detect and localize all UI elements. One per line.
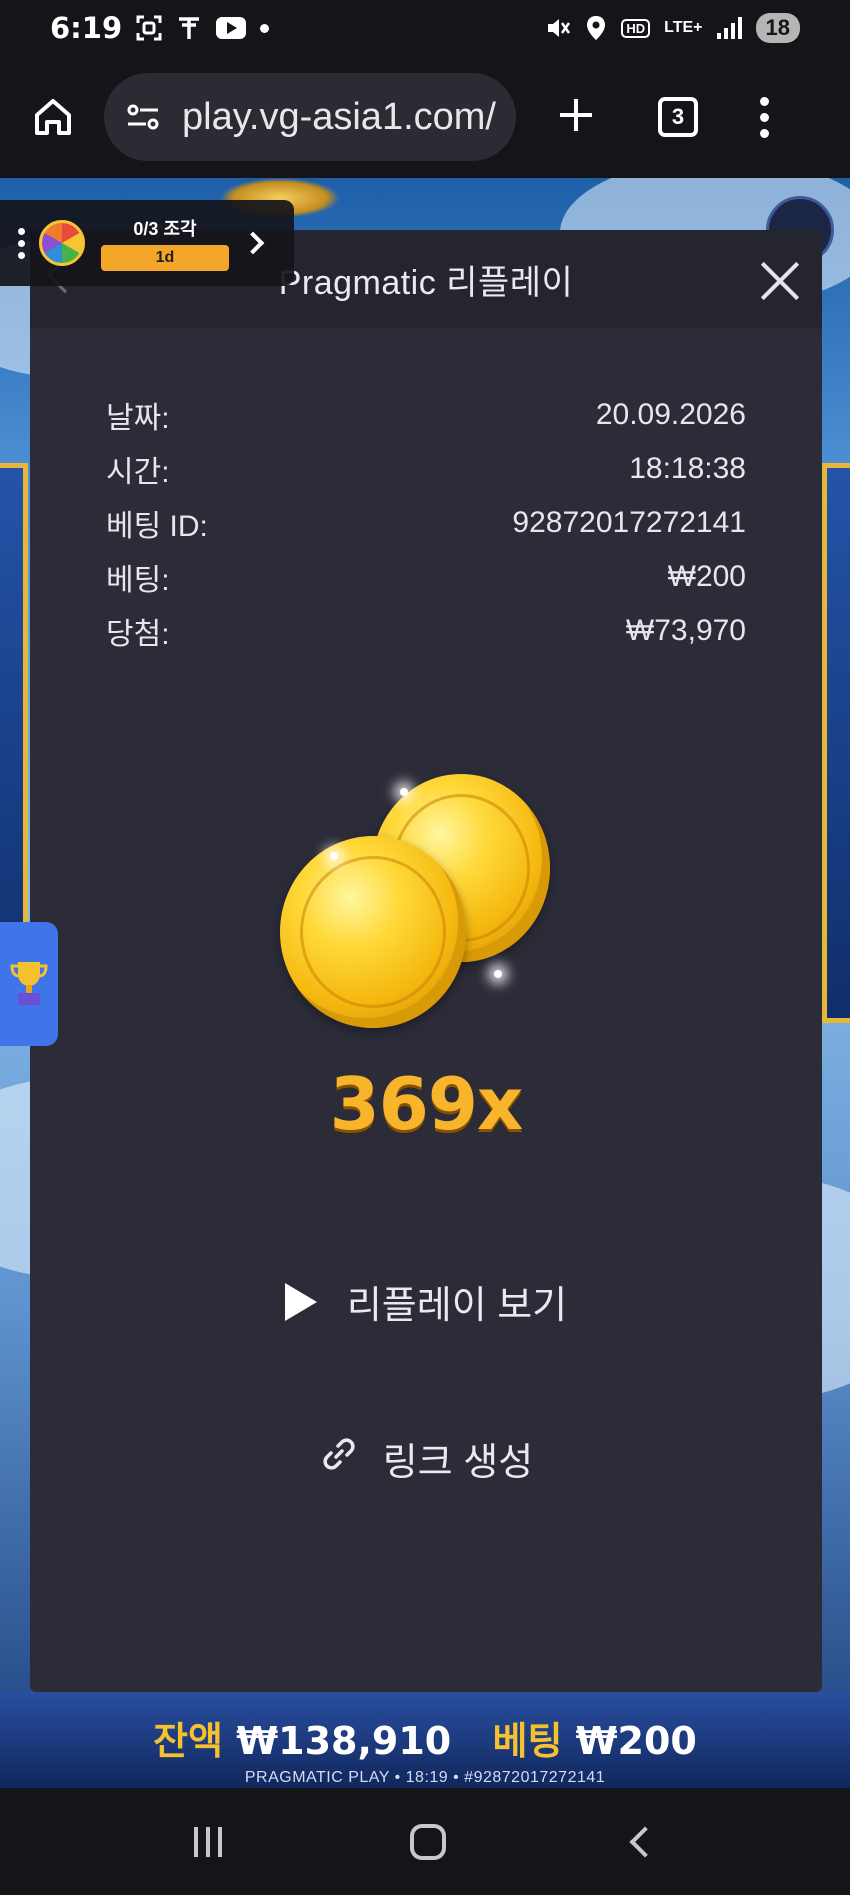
hd-voice-icon: HD: [621, 18, 651, 38]
reel-frame-right: [822, 463, 850, 1023]
detail-label: 날짜:: [106, 402, 170, 435]
browser-toolbar: play.vg-asia1.com/ 3: [0, 56, 850, 178]
trophy-icon: [10, 962, 48, 1005]
prize-wheel-icon: [39, 220, 85, 266]
new-tab-button[interactable]: [552, 91, 600, 143]
detail-label: 당첨:: [106, 618, 170, 651]
detail-row-time: 시간: 18:18:38: [106, 442, 746, 496]
win-multiplier: 369x: [329, 1062, 524, 1146]
detail-value: 18:18:38: [629, 452, 746, 485]
tab-switcher-button[interactable]: 3: [658, 97, 698, 137]
back-nav-button[interactable]: [629, 1825, 661, 1858]
detail-label: 베팅:: [106, 564, 170, 597]
browser-menu-button[interactable]: [760, 96, 769, 138]
youtube-icon: [216, 17, 247, 39]
chevron-right-icon[interactable]: [241, 231, 265, 255]
system-navigation-bar: [0, 1788, 850, 1895]
view-replay-label: 리플레이 보기: [346, 1285, 568, 1327]
bet-label: 베팅: [492, 1719, 563, 1763]
url-text: play.vg-asia1.com/: [182, 95, 496, 138]
address-bar[interactable]: play.vg-asia1.com/: [104, 73, 516, 161]
balance-value: ₩138,910: [236, 1719, 452, 1763]
home-nav-button[interactable]: [410, 1823, 446, 1860]
detail-value: ₩200: [667, 560, 746, 593]
home-button[interactable]: [24, 88, 82, 146]
timer-badge: 1d: [101, 245, 229, 271]
play-icon: [284, 1282, 317, 1321]
bet-details: 날짜: 20.09.2026 시간: 18:18:38 베팅 ID: 92872…: [30, 388, 822, 658]
create-link-button[interactable]: 링크 생성: [30, 1431, 822, 1486]
site-settings-icon[interactable]: [126, 102, 160, 132]
location-icon: [585, 15, 607, 41]
detail-value: 20.09.2026: [595, 398, 746, 431]
game-session-info: PRAGMATIC PLAY • 18:19 • #92872017272141: [244, 1769, 606, 1786]
view-replay-button[interactable]: 리플레이 보기: [30, 1274, 822, 1329]
detail-value: ₩73,970: [625, 614, 746, 647]
game-info-bar: 잔액 ₩138,910 베팅 ₩200 PRAGMATIC PLAY • 18:…: [0, 1692, 850, 1788]
bet-value: ₩200: [575, 1719, 697, 1763]
notification-dot-icon: [260, 23, 270, 33]
status-bar: 6:19 HD LTE+ 18: [0, 0, 850, 56]
battery-indicator: 18: [755, 13, 800, 43]
recent-apps-button[interactable]: [194, 1826, 222, 1857]
detail-row-win: 당첨: ₩73,970: [106, 604, 746, 658]
detail-value: 92872017272141: [512, 506, 746, 539]
detail-label: 시간:: [106, 456, 170, 489]
gold-coins-icon: [280, 774, 572, 1056]
link-icon: [319, 1434, 359, 1484]
detail-row-bet: 베팅: ₩200: [106, 550, 746, 604]
plus-icon: [560, 99, 592, 131]
collection-widget[interactable]: 0/3 조각 1d: [0, 200, 294, 286]
network-type: LTE+: [664, 19, 703, 36]
signal-icon: [716, 17, 742, 39]
screenshot-icon: [136, 15, 162, 41]
status-time: 6:19: [50, 11, 123, 45]
tournament-button[interactable]: [0, 922, 58, 1046]
close-button[interactable]: [758, 258, 802, 302]
drag-handle-icon[interactable]: [18, 227, 25, 259]
detail-row-date: 날짜: 20.09.2026: [106, 388, 746, 442]
create-link-label: 링크 생성: [382, 1442, 534, 1484]
pieces-progress: 0/3 조각: [133, 219, 197, 239]
detail-label: 베팅 ID:: [106, 510, 208, 543]
t-app-icon: [176, 15, 202, 41]
detail-row-bet-id: 베팅 ID: 92872017272141: [106, 496, 746, 550]
mute-icon: [545, 15, 571, 41]
home-icon: [35, 99, 71, 135]
replay-dialog: Pragmatic 리플레이 날짜: 20.09.2026 시간: 18:18:…: [30, 230, 822, 1692]
balance-label: 잔액: [153, 1719, 224, 1763]
dialog-title: Pragmatic 리플레이: [278, 263, 574, 302]
